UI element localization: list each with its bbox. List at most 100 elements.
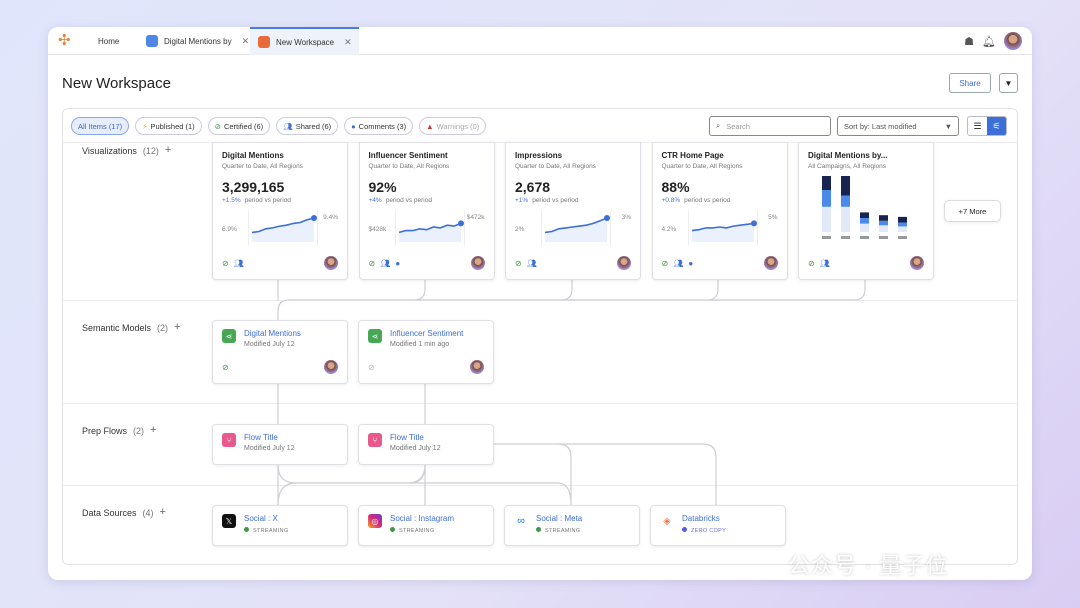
meta-logo-icon: ∞ bbox=[517, 515, 525, 527]
comment-icon: ● bbox=[395, 258, 401, 268]
bar-segment bbox=[860, 218, 869, 224]
sparkline-end-point bbox=[457, 220, 464, 227]
tableau-logo-icon[interactable]: ✣ bbox=[58, 33, 71, 48]
card-title: Impressions bbox=[515, 151, 563, 160]
metric-period: period vs period bbox=[684, 197, 731, 204]
share-button[interactable]: Share bbox=[949, 73, 991, 93]
metric-period: period vs period bbox=[532, 197, 579, 204]
card-title[interactable]: Social : Instagram bbox=[390, 514, 454, 523]
close-icon[interactable]: ✕ bbox=[344, 37, 352, 48]
bar-segment bbox=[879, 220, 888, 226]
metric-period: period vs period bbox=[244, 197, 291, 204]
owner-avatar bbox=[763, 256, 778, 270]
status-label: ZERO COPY bbox=[691, 528, 727, 534]
card-title[interactable]: Influencer Sentiment bbox=[390, 329, 463, 338]
prep-flow-card[interactable]: ⑂ Flow Title Modified July 12 bbox=[212, 424, 348, 465]
tab-label: Home bbox=[98, 36, 120, 46]
viz-card[interactable]: Influencer Sentiment Quarter to Date, Al… bbox=[358, 142, 495, 280]
card-title: CTR Home Page bbox=[661, 151, 724, 160]
owner-avatar bbox=[470, 360, 484, 374]
sparkline-max: 3% bbox=[621, 214, 631, 221]
certified-icon: ⊘ bbox=[515, 258, 522, 268]
bar-category-icon bbox=[879, 236, 888, 239]
app-window: ✣ Home Digital Mentions by ✕ New Workspac… bbox=[48, 27, 1032, 580]
semantic-model-icon: ⋖ bbox=[368, 329, 382, 343]
prep-flow-card[interactable]: ⑂ Flow Title Modified July 12 bbox=[358, 424, 494, 465]
metric-change: +4% bbox=[368, 197, 382, 204]
sparkline-min: $428k bbox=[368, 226, 387, 233]
tab-new-workspace[interactable]: New Workspace ✕ bbox=[250, 27, 359, 55]
bar-segment bbox=[898, 222, 907, 227]
card-subtitle: Modified 1 min ago bbox=[390, 341, 450, 348]
avatar[interactable] bbox=[1004, 32, 1022, 50]
bar-segment bbox=[860, 212, 869, 218]
metric-change: +1.5% bbox=[222, 197, 241, 204]
bar-category-icon bbox=[822, 236, 831, 239]
card-subtitle: Quarter to Date, All Regions bbox=[368, 163, 450, 170]
card-title[interactable]: Flow Title bbox=[244, 433, 295, 442]
bar-segment bbox=[841, 176, 850, 196]
card-subtitle: Modified July 12 bbox=[390, 445, 441, 452]
x-logo-icon: 𝕏 bbox=[222, 514, 236, 528]
bell-icon[interactable]: 🔔︎ bbox=[982, 35, 996, 48]
workspace-icon bbox=[258, 36, 270, 48]
data-source-card-x[interactable]: 𝕏 Social : X STREAMING bbox=[212, 505, 348, 546]
tab-digital-mentions[interactable]: Digital Mentions by ✕ bbox=[146, 27, 249, 55]
certified-icon: ⊘ bbox=[222, 258, 229, 268]
tab-label: Digital Mentions by bbox=[164, 36, 232, 46]
card-subtitle: Quarter to Date, All Regions bbox=[222, 163, 303, 170]
sparkline-max: $472k bbox=[466, 214, 485, 221]
close-icon[interactable]: ✕ bbox=[242, 36, 250, 47]
data-source-card-databricks[interactable]: ◈ Databricks ZERO COPY bbox=[650, 505, 786, 546]
data-source-card-instagram[interactable]: ◎ Social : Instagram STREAMING bbox=[358, 505, 494, 546]
card-title: Digital Mentions bbox=[222, 151, 284, 160]
shared-icon: 👥︎ bbox=[380, 258, 391, 268]
card-title[interactable]: Social : Meta bbox=[536, 514, 582, 523]
bar-category-icon bbox=[841, 236, 850, 239]
owner-avatar bbox=[617, 256, 631, 270]
viz-icon bbox=[146, 35, 158, 47]
sparkline-min: 4.2% bbox=[661, 226, 677, 233]
sparkline: 6.9% 9.4% bbox=[222, 210, 338, 246]
more-button[interactable]: +7 More bbox=[944, 200, 1001, 222]
viz-card[interactable]: CTR Home Page Quarter to Date, All Regio… bbox=[651, 142, 788, 280]
viz-card[interactable]: Digital Mentions Quarter to Date, All Re… bbox=[212, 142, 348, 280]
bar-category-icon bbox=[898, 236, 907, 239]
certified-icon: ⊘ bbox=[661, 258, 669, 268]
semantic-model-card[interactable]: ⋖ Digital Mentions Modified July 12 ⊘ bbox=[212, 320, 348, 384]
owner-avatar bbox=[910, 256, 924, 270]
card-title[interactable]: Social : X bbox=[244, 514, 288, 523]
bar-segment bbox=[879, 225, 888, 232]
card-title[interactable]: Digital Mentions bbox=[244, 329, 301, 338]
agent-icon[interactable]: ☗ bbox=[964, 35, 974, 48]
bar-segment bbox=[841, 195, 850, 207]
viz-card[interactable]: Impressions Quarter to Date, All Regions… bbox=[505, 142, 641, 280]
card-title: Influencer Sentiment bbox=[368, 151, 448, 160]
sparkline-max: 9.4% bbox=[323, 214, 338, 221]
shared-icon: 👥︎ bbox=[819, 258, 830, 268]
card-title[interactable]: Flow Title bbox=[390, 433, 441, 442]
bar-segment bbox=[841, 206, 850, 232]
card-subtitle: Quarter to Date, All Regions bbox=[661, 163, 743, 170]
sparkline-end-point bbox=[604, 215, 610, 221]
owner-avatar bbox=[324, 360, 338, 374]
workspace-panel: All Items (17) ⚡︎ Published (1) ⊘ Certifie… bbox=[62, 108, 1018, 565]
more-options-dropdown[interactable]: ▼ bbox=[999, 73, 1018, 93]
comment-icon: ● bbox=[688, 258, 694, 268]
viz-card-digital-mentions-by[interactable]: Digital Mentions by... All Campaigns, Al… bbox=[798, 142, 934, 280]
tab-home[interactable]: Home bbox=[98, 27, 119, 55]
data-source-card-meta[interactable]: ∞ Social : Meta STREAMING bbox=[504, 505, 640, 546]
card-title[interactable]: Databricks bbox=[682, 514, 726, 523]
watermark: 公众号 · 量子位 bbox=[788, 553, 949, 578]
metric-change: +1% bbox=[515, 197, 529, 204]
sparkline: 4.2% 5% bbox=[662, 210, 778, 246]
card-subtitle: Modified July 12 bbox=[244, 341, 295, 348]
semantic-model-card[interactable]: ⋖ Influencer Sentiment Modified 1 min ago ⊘ bbox=[358, 320, 494, 384]
tab-bar: ✣ Home Digital Mentions by ✕ New Workspac… bbox=[48, 27, 1032, 55]
metric-period: period vs period bbox=[385, 197, 432, 204]
certified-icon: ⊘ bbox=[222, 362, 229, 372]
sparkline-end-point bbox=[750, 220, 757, 227]
semantic-model-icon: ⋖ bbox=[222, 329, 236, 343]
sparkline: $428k $472k bbox=[369, 210, 485, 246]
bar-segment bbox=[822, 176, 831, 190]
